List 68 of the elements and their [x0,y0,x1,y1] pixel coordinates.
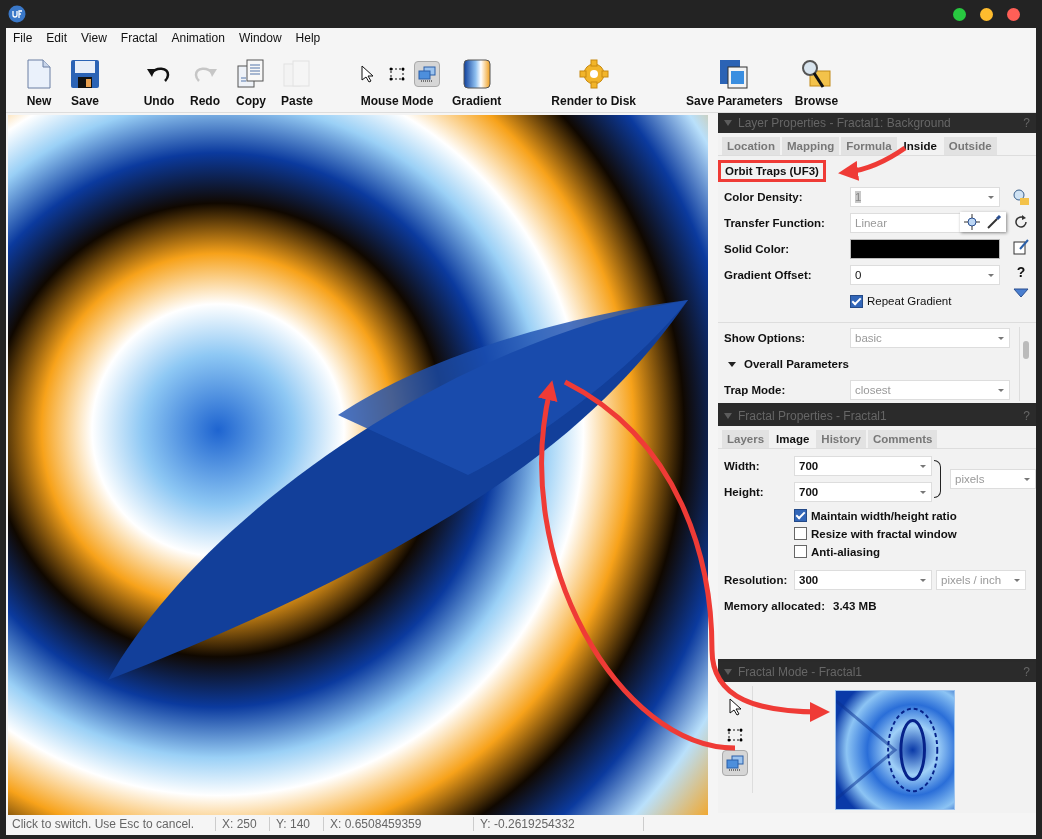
gradient-button[interactable]: Gradient [446,57,508,110]
render-to-disk-button[interactable]: Render to Disk [545,57,643,110]
app-logo-icon [8,5,26,23]
checkbox[interactable]: Anti-aliasing [794,545,1030,558]
dropdown[interactable]: 300 [794,570,932,590]
undo-button[interactable]: Undo [136,57,182,110]
mouse-mode-label: Mouse Mode [360,94,434,108]
field-label: Height: [724,486,765,498]
field-label: Solid Color: [724,243,791,255]
browse-formula-icon[interactable] [1012,188,1030,206]
checkbox[interactable]: Resize with fractal window [794,527,1030,540]
triangle-down-icon[interactable] [1013,288,1029,298]
field-label: Gradient Offset: [724,269,813,281]
menu-item[interactable]: File [8,30,38,46]
save-parameters-button[interactable]: Save Parameters [680,57,789,110]
checkbox[interactable]: Repeat Gradient [850,294,952,308]
dropdown[interactable]: 700 [794,482,932,502]
memory-value: 3.43 MB [833,600,877,612]
tab[interactable]: History [816,430,866,448]
tab[interactable]: Layers [722,430,770,448]
menu-item[interactable]: Edit [41,30,73,46]
copy-button[interactable]: Copy [228,57,274,110]
browse-button[interactable]: Browse [788,57,845,110]
section-header[interactable]: Overall Parameters [744,358,849,370]
field-label: Width: [724,460,761,472]
folder-magnifier-icon [800,59,833,89]
field-label: Color Density: [724,191,804,203]
close-button[interactable] [1007,7,1020,21]
copy-pages-icon [236,59,266,89]
scrollbar[interactable] [1023,341,1029,359]
status-text: X: 0.6508459359 [324,817,474,831]
dropdown[interactable]: 0 [850,265,1000,285]
save-parameters-icon [719,59,750,89]
checkbox[interactable]: Maintain width/height ratio [794,509,1030,522]
gear-icon [578,59,609,89]
status-text: Y: 140 [270,817,324,831]
maximize-button[interactable] [953,7,966,21]
document-icon [25,59,53,89]
fractal-render[interactable] [8,115,708,815]
status-text: Y: -0.2619254332 [474,817,644,831]
help-button[interactable]: ? [1016,264,1026,280]
status-text: Click to switch. Use Esc to cancel. [6,817,216,831]
menu-item[interactable]: Window [233,30,287,46]
color-swatch[interactable] [850,239,1000,259]
field-label: Trap Mode: [724,384,787,396]
dropdown[interactable]: 700 [794,456,932,476]
menu-item[interactable]: Animation [166,30,230,46]
gradient-icon [462,59,491,89]
menu-item[interactable]: View [76,30,112,46]
menu-item[interactable]: Help [290,30,326,46]
crosshair-icon[interactable] [964,214,980,230]
new-button[interactable]: New [16,57,62,110]
window-switch-icon[interactable] [722,750,748,776]
field-label: Transfer Function: [724,217,826,229]
eyedropper-icon[interactable] [986,214,1002,230]
tab[interactable]: Comments [867,430,938,448]
memory-label: Memory allocated: [724,600,825,612]
field-label: Resolution: [724,574,789,586]
minimize-button[interactable] [980,7,993,21]
status-text: X: 250 [216,817,270,831]
formula-name: Orbit Traps (UF3) [718,160,826,182]
field-label: Show Options: [724,332,807,344]
menu-item[interactable]: Fractal [115,30,163,46]
expand-arrow-icon[interactable] [728,360,736,368]
reset-icon[interactable] [1013,214,1029,230]
edit-icon[interactable] [1012,238,1030,256]
save-button[interactable]: Save [62,57,108,110]
window-switch-icon[interactable] [414,61,440,87]
